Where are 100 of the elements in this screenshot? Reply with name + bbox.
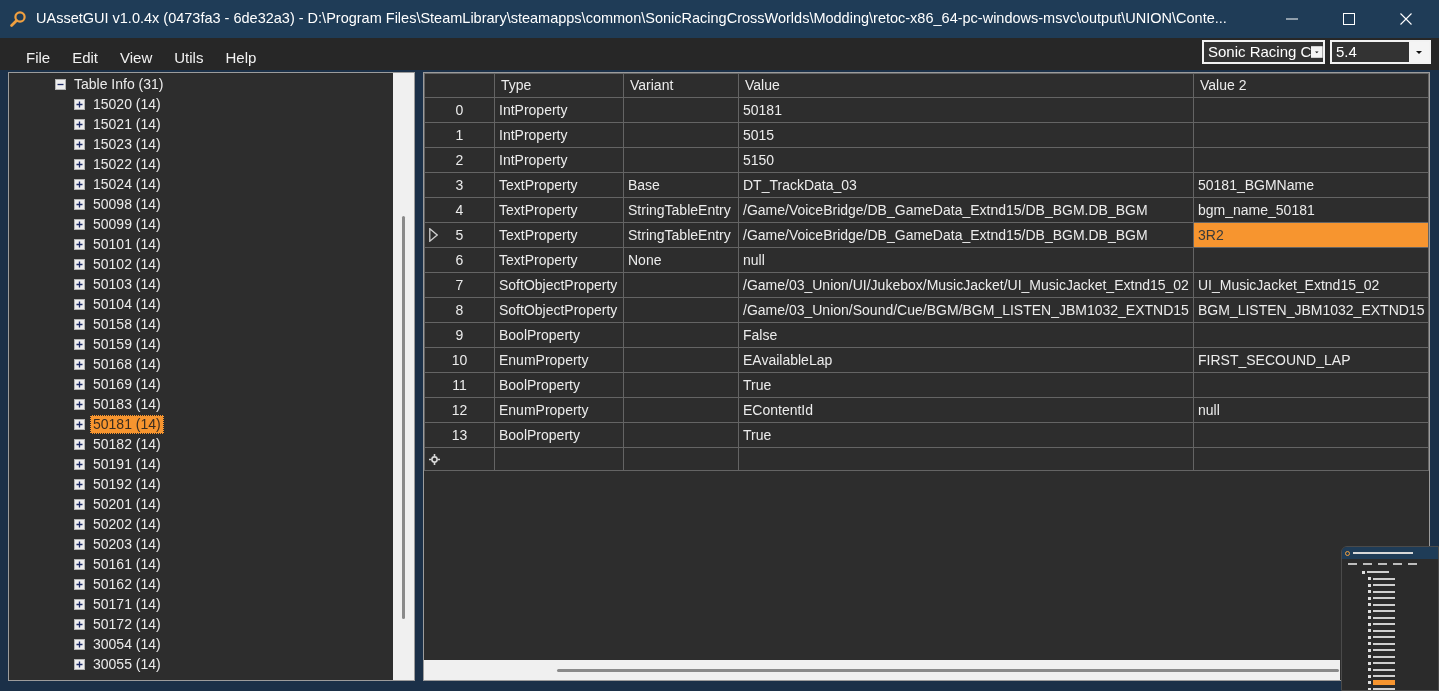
tree-item[interactable]: 15023 (14) [90, 134, 164, 154]
table-cell[interactable]: 50181 [738, 97, 1194, 123]
horizontal-scrollbar[interactable] [424, 660, 1340, 680]
scrollbar-thumb[interactable] [402, 216, 405, 619]
table-cell[interactable]: Base [623, 172, 739, 198]
tree-item[interactable]: 50182 (14) [90, 434, 164, 454]
table-cell[interactable]: 5150 [738, 147, 1194, 173]
tree-item[interactable]: 50099 (14) [90, 214, 164, 234]
menu-item[interactable]: Help [214, 48, 268, 68]
table-cell[interactable]: BGM_LISTEN_JBM1032_EXTND15 [1193, 297, 1429, 323]
table-cell[interactable]: EAvailableLap [738, 347, 1194, 373]
plus-box-icon[interactable] [74, 378, 85, 390]
plus-box-icon[interactable] [74, 278, 85, 290]
column-header[interactable]: Type [494, 73, 624, 98]
plus-box-icon[interactable] [74, 598, 85, 610]
plus-box-icon[interactable] [74, 618, 85, 630]
plus-box-icon[interactable] [74, 438, 85, 450]
table-cell[interactable]: TextProperty [494, 222, 624, 248]
table-cell[interactable]: StringTableEntry [623, 197, 739, 223]
plus-box-icon[interactable] [74, 398, 85, 410]
tree-item[interactable]: 50158 (14) [90, 314, 164, 334]
plus-box-icon[interactable] [74, 358, 85, 370]
tree-item[interactable]: 15021 (14) [90, 114, 164, 134]
plus-box-icon[interactable] [74, 558, 85, 570]
table-cell[interactable]: True [738, 422, 1194, 448]
table-cell[interactable]: EContentId [738, 397, 1194, 423]
table-cell[interactable]: SoftObjectProperty [494, 297, 624, 323]
column-header[interactable]: Value [738, 73, 1194, 98]
table-cell[interactable]: False [738, 322, 1194, 348]
plus-box-icon[interactable] [74, 458, 85, 470]
plus-box-icon[interactable] [74, 178, 85, 190]
plus-box-icon[interactable] [74, 658, 85, 670]
table-cell[interactable]: BoolProperty [494, 322, 624, 348]
tree-item[interactable]: 50098 (14) [90, 194, 164, 214]
tree-item[interactable]: 15020 (14) [90, 94, 164, 114]
tree-item[interactable]: 50162 (14) [90, 574, 164, 594]
tree-item[interactable]: 50103 (14) [90, 274, 164, 294]
table-cell[interactable]: /Game/03_Union/UI/Jukebox/MusicJacket/UI_MusicJacket_Extnd15_02 [738, 272, 1194, 298]
plus-box-icon[interactable] [74, 638, 85, 650]
plus-box-icon[interactable] [74, 238, 85, 250]
plus-box-icon[interactable] [74, 138, 85, 150]
table-cell[interactable]: /Game/VoiceBridge/DB_GameData_Extnd15/DB_BGM.DB_BGM [738, 197, 1194, 223]
scrollbar-thumb[interactable] [557, 668, 1339, 672]
tree-item[interactable]: 50171 (14) [90, 594, 164, 614]
tree-item[interactable]: 15022 (14) [90, 154, 164, 174]
dropdown[interactable]: Sonic Racing C [1202, 40, 1325, 64]
tree-item[interactable]: 50201 (14) [90, 494, 164, 514]
tree-item[interactable]: 15024 (14) [90, 174, 164, 194]
table-cell[interactable]: 3R2 [1193, 222, 1429, 248]
plus-box-icon[interactable] [74, 338, 85, 350]
table-cell[interactable]: EnumProperty [494, 397, 624, 423]
table-cell[interactable]: EnumProperty [494, 347, 624, 373]
plus-box-icon[interactable] [74, 518, 85, 530]
tree-item[interactable]: 50101 (14) [90, 234, 164, 254]
table-cell[interactable]: StringTableEntry [623, 222, 739, 248]
table-cell[interactable]: TextProperty [494, 172, 624, 198]
column-header[interactable]: Variant [623, 73, 739, 98]
tree-item[interactable]: 50159 (14) [90, 334, 164, 354]
tree-item[interactable]: 30055 (14) [90, 654, 164, 674]
tree-item[interactable]: 30054 (14) [90, 634, 164, 654]
tree-item[interactable]: 50168 (14) [90, 354, 164, 374]
table-cell[interactable]: SoftObjectProperty [494, 272, 624, 298]
plus-box-icon[interactable] [74, 498, 85, 510]
column-header[interactable]: Value 2 [1193, 73, 1429, 98]
plus-box-icon[interactable] [74, 158, 85, 170]
window-preview-drawing[interactable] [1341, 546, 1439, 691]
vertical-scrollbar[interactable] [393, 73, 414, 680]
table-cell[interactable]: 50181_BGMName [1193, 172, 1429, 198]
plus-box-icon[interactable] [74, 218, 85, 230]
table-cell[interactable]: /Game/03_Union/Sound/Cue/BGM/BGM_LISTEN_JBM1032_EXTND15 [738, 297, 1194, 323]
plus-box-icon[interactable] [74, 318, 85, 330]
table-cell[interactable]: IntProperty [494, 147, 624, 173]
plus-box-icon[interactable] [74, 538, 85, 550]
tree-item[interactable]: 50192 (14) [90, 474, 164, 494]
menu-item[interactable]: File [15, 48, 62, 68]
tree-item[interactable]: 50169 (14) [90, 374, 164, 394]
tree-item[interactable]: 50181 (14) [90, 414, 164, 434]
plus-box-icon[interactable] [74, 98, 85, 110]
table-cell[interactable]: None [623, 247, 739, 273]
tree-item[interactable]: 50102 (14) [90, 254, 164, 274]
table-cell[interactable]: UI_MusicJacket_Extnd15_02 [1193, 272, 1429, 298]
menu-item[interactable]: Edit [61, 48, 110, 68]
table-cell[interactable]: 5015 [738, 122, 1194, 148]
table-cell[interactable]: BoolProperty [494, 422, 624, 448]
table-cell[interactable]: TextProperty [494, 247, 624, 273]
table-cell[interactable]: null [738, 247, 1194, 273]
tree-item[interactable]: 50191 (14) [90, 454, 164, 474]
tree-item[interactable]: 50202 (14) [90, 514, 164, 534]
tree-item[interactable]: Table Info (31) [71, 74, 167, 94]
table-cell[interactable]: null [1193, 397, 1429, 423]
menu-item[interactable]: Utils [163, 48, 215, 68]
plus-box-icon[interactable] [74, 198, 85, 210]
table-cell[interactable]: IntProperty [494, 122, 624, 148]
table-cell[interactable]: /Game/VoiceBridge/DB_GameData_Extnd15/DB_BGM.DB_BGM [738, 222, 1194, 248]
plus-box-icon[interactable] [74, 258, 85, 270]
plus-box-icon[interactable] [74, 578, 85, 590]
plus-box-icon[interactable] [74, 478, 85, 490]
tree-item[interactable]: 50172 (14) [90, 614, 164, 634]
plus-box-icon[interactable] [74, 418, 85, 430]
plus-box-icon[interactable] [74, 298, 85, 310]
